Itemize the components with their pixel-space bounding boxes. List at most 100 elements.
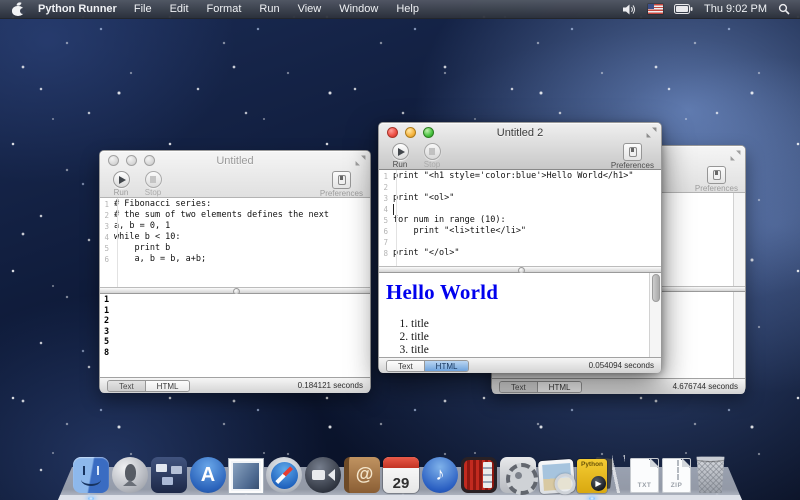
toolbar: Run Stop Preferences bbox=[379, 142, 661, 169]
text-tab[interactable]: Text bbox=[387, 361, 424, 371]
dock-separator bbox=[612, 455, 625, 493]
html-tab[interactable]: HTML bbox=[424, 361, 469, 371]
input-source-flag-icon[interactable] bbox=[648, 4, 663, 14]
code-line: 2 # the sum of two elements defines the … bbox=[100, 210, 370, 221]
window-untitled: Untitled Run Stop Preferences bbox=[99, 150, 371, 392]
dock-txt-file-icon[interactable]: TXT bbox=[630, 458, 659, 493]
scrollbar[interactable] bbox=[733, 193, 745, 286]
preferences-button[interactable]: Preferences bbox=[320, 171, 363, 198]
window-title: Untitled 2 bbox=[379, 127, 661, 139]
toolbar: Run Stop Preferences bbox=[100, 170, 370, 197]
text-tab[interactable]: Text bbox=[108, 381, 145, 391]
titlebar[interactable]: Untitled bbox=[100, 151, 370, 170]
fullscreen-icon[interactable] bbox=[730, 150, 741, 161]
output-line: 1 bbox=[104, 306, 370, 317]
code-line: 4 while b < 10: bbox=[100, 232, 370, 243]
output-pane[interactable]: 112358 bbox=[100, 294, 370, 377]
code-line: 4 bbox=[379, 204, 661, 215]
dock-facetime-icon[interactable] bbox=[305, 457, 341, 493]
menu-item[interactable]: File bbox=[125, 0, 161, 19]
dock-itunes-icon[interactable]: ♪ bbox=[422, 457, 458, 493]
menu-item[interactable]: Help bbox=[387, 0, 428, 19]
line-number: 2 bbox=[379, 182, 393, 193]
dock-system-preferences-icon[interactable] bbox=[500, 457, 536, 493]
scrollbar[interactable] bbox=[649, 273, 661, 357]
rendered-list-item: title bbox=[411, 318, 661, 331]
scrollbar[interactable] bbox=[733, 292, 745, 378]
stop-icon bbox=[429, 148, 436, 155]
run-button[interactable]: Run bbox=[386, 143, 414, 169]
code-line: 1 # Fibonacci series: bbox=[100, 199, 370, 210]
preferences-button[interactable]: Preferences bbox=[695, 166, 738, 193]
dock-trash-icon[interactable] bbox=[694, 456, 727, 493]
screen: Python Runner FileEditFormatRunViewWindo… bbox=[0, 0, 800, 500]
menu-item[interactable]: Window bbox=[330, 0, 387, 19]
splitter-handle[interactable] bbox=[100, 287, 370, 294]
code-line: 6 print "<li>title</li>" bbox=[379, 226, 661, 237]
stop-icon bbox=[150, 176, 157, 183]
output-line: 3 bbox=[104, 327, 370, 338]
code-line: 3 a, b = 0, 1 bbox=[100, 221, 370, 232]
output-mode-toggle: Text HTML bbox=[499, 381, 582, 393]
titlebar[interactable]: Untitled 2 bbox=[379, 123, 661, 142]
run-button[interactable]: Run bbox=[107, 171, 135, 197]
code-line: 7 bbox=[379, 237, 661, 248]
dock-mission-control-icon[interactable] bbox=[151, 457, 187, 493]
app-menu-title[interactable]: Python Runner bbox=[38, 3, 117, 15]
line-number: 5 bbox=[100, 243, 114, 254]
html-tab[interactable]: HTML bbox=[537, 382, 582, 392]
code-line: 3 print "<ol>" bbox=[379, 193, 661, 204]
line-number: 6 bbox=[100, 254, 114, 265]
dock-app-store-icon[interactable]: A bbox=[190, 457, 226, 493]
output-pane[interactable]: Hello World titletitletitletitletitletit… bbox=[379, 273, 661, 357]
line-number: 3 bbox=[379, 193, 393, 204]
dock-preview-icon[interactable] bbox=[538, 459, 575, 494]
spotlight-icon[interactable] bbox=[778, 3, 790, 15]
preferences-icon bbox=[623, 143, 642, 161]
stop-button[interactable]: Stop bbox=[139, 171, 167, 197]
splitter-handle[interactable] bbox=[379, 266, 661, 273]
dock-finder-icon[interactable] bbox=[73, 457, 109, 493]
menu-item[interactable]: Run bbox=[250, 0, 288, 19]
apple-menu-icon[interactable] bbox=[12, 3, 24, 16]
play-icon bbox=[119, 176, 126, 184]
window-chrome[interactable]: Untitled Run Stop Preferences bbox=[100, 151, 370, 198]
html-tab[interactable]: HTML bbox=[145, 381, 190, 391]
dock-photo-booth-icon[interactable] bbox=[461, 457, 497, 493]
code-editor[interactable]: 1 print "<h1 style='color:blue'>Hello Wo… bbox=[379, 170, 661, 266]
dock-launchpad-icon[interactable] bbox=[112, 457, 148, 493]
volume-icon[interactable] bbox=[623, 4, 637, 15]
execution-time: 0.184121 seconds bbox=[298, 381, 363, 390]
window-footer: Text HTML 0.184121 seconds bbox=[100, 377, 370, 393]
output-line: 8 bbox=[104, 348, 370, 359]
scrollbar-thumb[interactable] bbox=[652, 274, 660, 302]
dock-safari-icon[interactable] bbox=[266, 457, 302, 493]
text-tab[interactable]: Text bbox=[500, 382, 537, 392]
window-title: Untitled bbox=[100, 155, 370, 167]
dock-zip-file-icon[interactable]: ZIP bbox=[662, 458, 691, 493]
stop-button[interactable]: Stop bbox=[418, 143, 446, 169]
dock-contacts-icon[interactable]: @ bbox=[344, 457, 380, 493]
dock-python-runner-icon[interactable]: Python ▶ bbox=[577, 459, 607, 493]
window-footer: Text HTML 4.676744 seconds bbox=[492, 378, 745, 394]
window-footer: Text HTML 0.054094 seconds bbox=[379, 357, 661, 373]
dock-calendar-icon[interactable]: 29 bbox=[383, 457, 419, 493]
line-number: 6 bbox=[379, 226, 393, 237]
dock-mail-icon[interactable] bbox=[229, 459, 263, 493]
fullscreen-icon[interactable] bbox=[355, 155, 366, 166]
battery-icon[interactable] bbox=[674, 4, 693, 14]
code-editor[interactable]: 1 # Fibonacci series: 2 # the sum of two… bbox=[100, 198, 370, 287]
output-mode-toggle: Text HTML bbox=[107, 380, 190, 392]
menu-item[interactable]: View bbox=[289, 0, 331, 19]
preferences-button[interactable]: Preferences bbox=[611, 143, 654, 170]
window-chrome[interactable]: Untitled 2 Run Stop Preferences bbox=[379, 123, 661, 170]
dock: A @ 29 ♪ Python ▶ TXT ZIP bbox=[0, 448, 800, 500]
menu-item[interactable]: Edit bbox=[161, 0, 198, 19]
output-line: 2 bbox=[104, 316, 370, 327]
menu-item[interactable]: Format bbox=[198, 0, 251, 19]
rendered-list-item: title bbox=[411, 344, 661, 357]
menu-bar-clock[interactable]: Thu 9:02 PM bbox=[704, 3, 767, 15]
menu-bar: Python Runner FileEditFormatRunViewWindo… bbox=[0, 0, 800, 19]
output-mode-toggle: Text HTML bbox=[386, 360, 469, 372]
fullscreen-icon[interactable] bbox=[646, 127, 657, 138]
